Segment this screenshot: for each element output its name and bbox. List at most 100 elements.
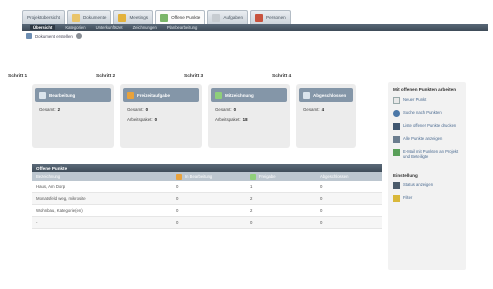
- tab-label: Meetings: [129, 15, 149, 20]
- mail-icon: [393, 148, 400, 156]
- column-header[interactable]: Freigabe: [246, 173, 316, 180]
- column-header[interactable]: In Bearbeitung: [172, 173, 246, 180]
- table-cell: 2: [250, 196, 253, 201]
- count-value: 0: [145, 107, 149, 112]
- count-label: Arbeitspaket:: [215, 117, 241, 122]
- action-new-item[interactable]: Neuer Punkt: [393, 96, 463, 104]
- task-icon: [212, 13, 221, 22]
- stage-card-3[interactable]: Mitzeichnung Gesamt: 0 Arbeitspaket: 18: [208, 84, 290, 148]
- tab-aufgaben[interactable]: Aufgaben: [207, 10, 249, 24]
- stage-count-row: Gesamt: 2: [39, 107, 114, 112]
- column-header[interactable]: Bezeichnung: [32, 174, 172, 179]
- open-items-table: Offene Punkte Bezeichnung In Bearbeitung…: [32, 164, 382, 268]
- workflow-stages: Schritt 1 Schritt 2 Schritt 3 Schritt 4 …: [8, 74, 358, 154]
- column-label: Freigabe: [259, 174, 276, 179]
- actions-panel: Mit offenen Punkten arbeiten Neuer Punkt…: [388, 82, 466, 270]
- stage-count-row: Arbeitspaket: 0: [127, 117, 202, 122]
- stage-title: Bearbeitung: [49, 92, 76, 98]
- stage-card-header: Mitzeichnung: [211, 88, 287, 102]
- table-cell: 2: [250, 208, 253, 213]
- stage-label: Schritt 3: [184, 74, 204, 79]
- table-cell: 0: [176, 220, 179, 225]
- tab-label: Offene Punkte: [171, 15, 201, 20]
- count-value: 2: [57, 107, 61, 112]
- count-value: 4: [321, 107, 325, 112]
- new-document-icon[interactable]: [26, 33, 32, 39]
- people-icon[interactable]: [75, 33, 82, 39]
- status-icon: [393, 182, 400, 189]
- action-show-all[interactable]: Alle Punkte anzeigen: [393, 135, 463, 143]
- table-cell: Wohnbau, Kategorie(en): [36, 208, 83, 213]
- tab-meetings[interactable]: Meetings: [113, 10, 154, 24]
- panel-section-title: Einstellung: [393, 172, 418, 178]
- count-label: Arbeitspaket:: [127, 117, 153, 122]
- action-filter[interactable]: Filter: [393, 195, 463, 202]
- tab-label: Personen: [266, 15, 286, 20]
- panel-spacer: [391, 165, 463, 171]
- count-label: Gesamt:: [215, 107, 232, 112]
- action-label: Suche nach Punkten: [403, 109, 442, 115]
- count-label: Gesamt:: [303, 107, 320, 112]
- column-header[interactable]: Abgeschlossen: [316, 174, 382, 179]
- stage-icon: [127, 91, 134, 99]
- folder-icon: [71, 13, 80, 22]
- tab-label: Dokumente: [82, 15, 107, 20]
- action-status[interactable]: Status anzeigen: [393, 182, 463, 189]
- stage-count-row: Gesamt: 0: [215, 107, 290, 112]
- subnav-planbearbeitung[interactable]: Planbearbeitung: [167, 25, 198, 30]
- new-doc-icon: [393, 96, 400, 104]
- toolbar: Dokument erstellen: [26, 32, 82, 40]
- subnav-unterkunft[interactable]: Unterkunftszet: [96, 25, 123, 30]
- stage-label: Schritt 4: [272, 74, 292, 79]
- stage-count-row: Gesamt: 4: [303, 107, 356, 112]
- subnav-uebersicht[interactable]: Übersicht: [30, 25, 56, 30]
- table-row[interactable]: Wohnbau, Kategorie(en) 0 2 0: [32, 205, 382, 217]
- stage-icon: [303, 91, 310, 99]
- main-tabs: Projektübersicht Dokumente Meetings Offe…: [22, 10, 291, 24]
- count-value: 18: [242, 117, 248, 122]
- tab-offene-punkte[interactable]: Offene Punkte: [155, 10, 206, 24]
- count-value: 0: [154, 117, 158, 122]
- action-label: Filter: [403, 195, 413, 200]
- stage-card-header: Freizeitaufgabe: [123, 88, 199, 102]
- action-label: E-Mail mit Punkten an Projekt und Beteil…: [403, 148, 459, 159]
- stage-card-4[interactable]: Abgeschlossen Gesamt: 4: [296, 84, 356, 148]
- table-row[interactable]: Monatsfeld weg, mikrosite 0 2 0: [32, 193, 382, 205]
- table-cell: Monatsfeld weg, mikrosite: [36, 196, 86, 201]
- tab-dokumente[interactable]: Dokumente: [66, 10, 112, 24]
- table-cell: 0: [176, 184, 179, 189]
- column-label: Abgeschlossen: [320, 174, 349, 179]
- action-email[interactable]: E-Mail mit Punkten an Projekt und Beteil…: [393, 148, 463, 159]
- count-label: Gesamt:: [127, 107, 144, 112]
- table-title: Offene Punkte: [32, 164, 382, 172]
- create-document-link[interactable]: Dokument erstellen: [35, 34, 73, 39]
- sub-navigation: Übersicht Kategorien Unterkunftszet Zeic…: [22, 24, 488, 31]
- stage-count-row: Arbeitspaket: 18: [215, 117, 290, 122]
- table-cell: -: [36, 220, 38, 225]
- column-label: Bezeichnung: [36, 174, 61, 179]
- tab-personen[interactable]: Personen: [250, 10, 291, 24]
- count-label: Gesamt:: [39, 107, 56, 112]
- column-label: In Bearbeitung: [185, 174, 213, 179]
- action-label: Status anzeigen: [403, 182, 434, 187]
- table-cell: 0: [320, 196, 323, 201]
- table-cell: 1: [250, 184, 253, 189]
- subnav-zeichnungen[interactable]: Zeichnungen: [133, 25, 157, 30]
- tab-label: Projektübersicht: [27, 15, 60, 20]
- stage-card-2[interactable]: Freizeitaufgabe Gesamt: 0 Arbeitspaket: 0: [120, 84, 202, 148]
- stage-card-1[interactable]: Bearbeitung Gesamt: 2: [32, 84, 114, 148]
- filter-icon: [393, 195, 400, 202]
- table-row[interactable]: - 0 0 0: [32, 217, 382, 229]
- stage-title: Mitzeichnung: [225, 92, 254, 98]
- tab-label: Aufgaben: [223, 15, 244, 20]
- subnav-kategorien[interactable]: Kategorien: [65, 25, 85, 30]
- table-cell: 0: [320, 184, 323, 189]
- tab-projektuebersicht[interactable]: Projektübersicht: [22, 10, 65, 24]
- table-body: Haus, Am Dorp 0 1 0 Monatsfeld weg, mikr…: [32, 181, 382, 229]
- stage-icon: [215, 91, 222, 99]
- search-icon: [393, 109, 400, 117]
- table-row[interactable]: Haus, Am Dorp 0 1 0: [32, 181, 382, 193]
- action-print[interactable]: Liste offener Punkte drucken: [393, 122, 463, 130]
- checklist-icon: [160, 13, 169, 22]
- action-search[interactable]: Suche nach Punkten: [393, 109, 463, 117]
